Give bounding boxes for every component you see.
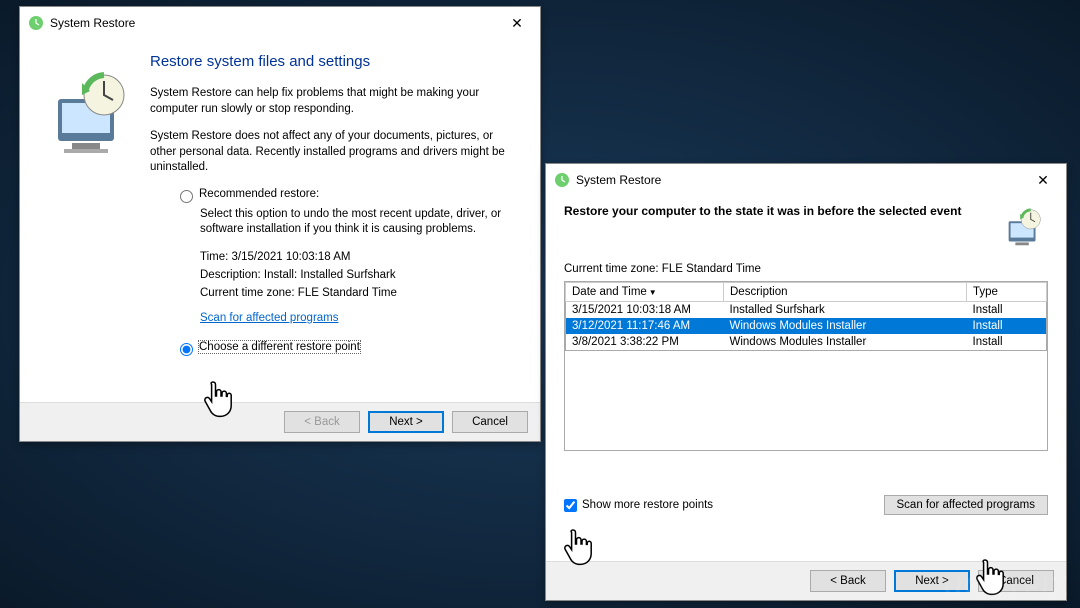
show-more-restore-points-checkbox[interactable] (564, 499, 577, 512)
restore-points-table-wrap: Date and Time▼ Description Type 3/15/202… (564, 281, 1048, 451)
restore-options: Recommended restore: Select this option … (180, 188, 520, 357)
recommended-info: Time: 3/15/2021 10:03:18 AM Description:… (200, 248, 520, 328)
timezone-label: Current time zone: FLE Standard Time (564, 263, 1048, 275)
choose-different-restore-option[interactable]: Choose a different restore point (180, 341, 520, 356)
page-heading: Restore system files and settings (150, 53, 520, 70)
tz-label: Current time zone: FLE Standard Time (200, 284, 520, 302)
close-button[interactable]: ✕ (1028, 170, 1058, 190)
window-title: System Restore (50, 16, 502, 30)
system-restore-wizard-window-step2: System Restore ✕ Restore your computer t… (545, 163, 1067, 601)
intro-para-1: System Restore can help fix problems tha… (150, 86, 520, 117)
intro-para-2: System Restore does not affect any of yo… (150, 129, 520, 176)
back-button: < Back (284, 411, 360, 433)
restore-points-table[interactable]: Date and Time▼ Description Type 3/15/202… (565, 282, 1047, 351)
cancel-button[interactable]: Cancel (452, 411, 528, 433)
table-row[interactable]: 3/15/2021 10:03:18 AM Installed Surfshar… (566, 302, 1047, 319)
lower-row: Show more restore points Scan for affect… (564, 495, 1048, 515)
col-type-header[interactable]: Type (967, 283, 1047, 302)
table-row[interactable]: 3/8/2021 3:38:22 PM Windows Modules Inst… (566, 334, 1047, 351)
content-area: Restore your computer to the state it wa… (546, 194, 1066, 561)
system-restore-wizard-window-step1: System Restore ✕ Restore system files an… (19, 6, 541, 442)
col-date-header[interactable]: Date and Time▼ (566, 283, 724, 302)
recommended-restore-label: Recommended restore: (199, 188, 319, 200)
recommended-restore-desc: Select this option to undo the most rece… (200, 207, 520, 238)
table-row[interactable]: 3/12/2021 11:17:46 AM Windows Modules In… (566, 318, 1047, 334)
close-button[interactable]: ✕ (502, 13, 532, 33)
time-label: Time: 3/15/2021 10:03:18 AM (200, 248, 520, 266)
system-restore-icon (554, 172, 570, 188)
recommended-restore-radio[interactable] (180, 190, 193, 203)
show-more-restore-points-label[interactable]: Show more restore points (564, 499, 713, 512)
window-title: System Restore (576, 173, 1028, 187)
next-button[interactable]: Next > (368, 411, 444, 433)
back-button[interactable]: < Back (810, 570, 886, 592)
content-area: Restore system files and settings System… (20, 37, 540, 402)
wizard-footer: < Back Next > Cancel (20, 402, 540, 441)
titlebar: System Restore ✕ (20, 7, 540, 37)
page-heading: Restore your computer to the state it wa… (564, 204, 990, 218)
side-illustration-small (1000, 204, 1048, 255)
col-desc-header[interactable]: Description (724, 283, 967, 302)
watermark: UGETFIX (943, 571, 1070, 602)
desc-label: Description: Install: Installed Surfshar… (200, 266, 520, 284)
system-restore-icon (28, 15, 44, 31)
sort-desc-icon: ▼ (649, 288, 657, 297)
titlebar: System Restore ✕ (546, 164, 1066, 194)
header-row: Restore your computer to the state it wa… (564, 204, 1048, 255)
scan-affected-programs-button[interactable]: Scan for affected programs (884, 495, 1049, 515)
side-illustration (40, 53, 150, 402)
choose-different-restore-radio[interactable] (180, 343, 193, 356)
choose-different-restore-label: Choose a different restore point (199, 341, 360, 353)
recommended-restore-option[interactable]: Recommended restore: (180, 188, 520, 203)
main-column: Restore system files and settings System… (150, 53, 520, 402)
scan-affected-programs-link[interactable]: Scan for affected programs (200, 309, 339, 327)
